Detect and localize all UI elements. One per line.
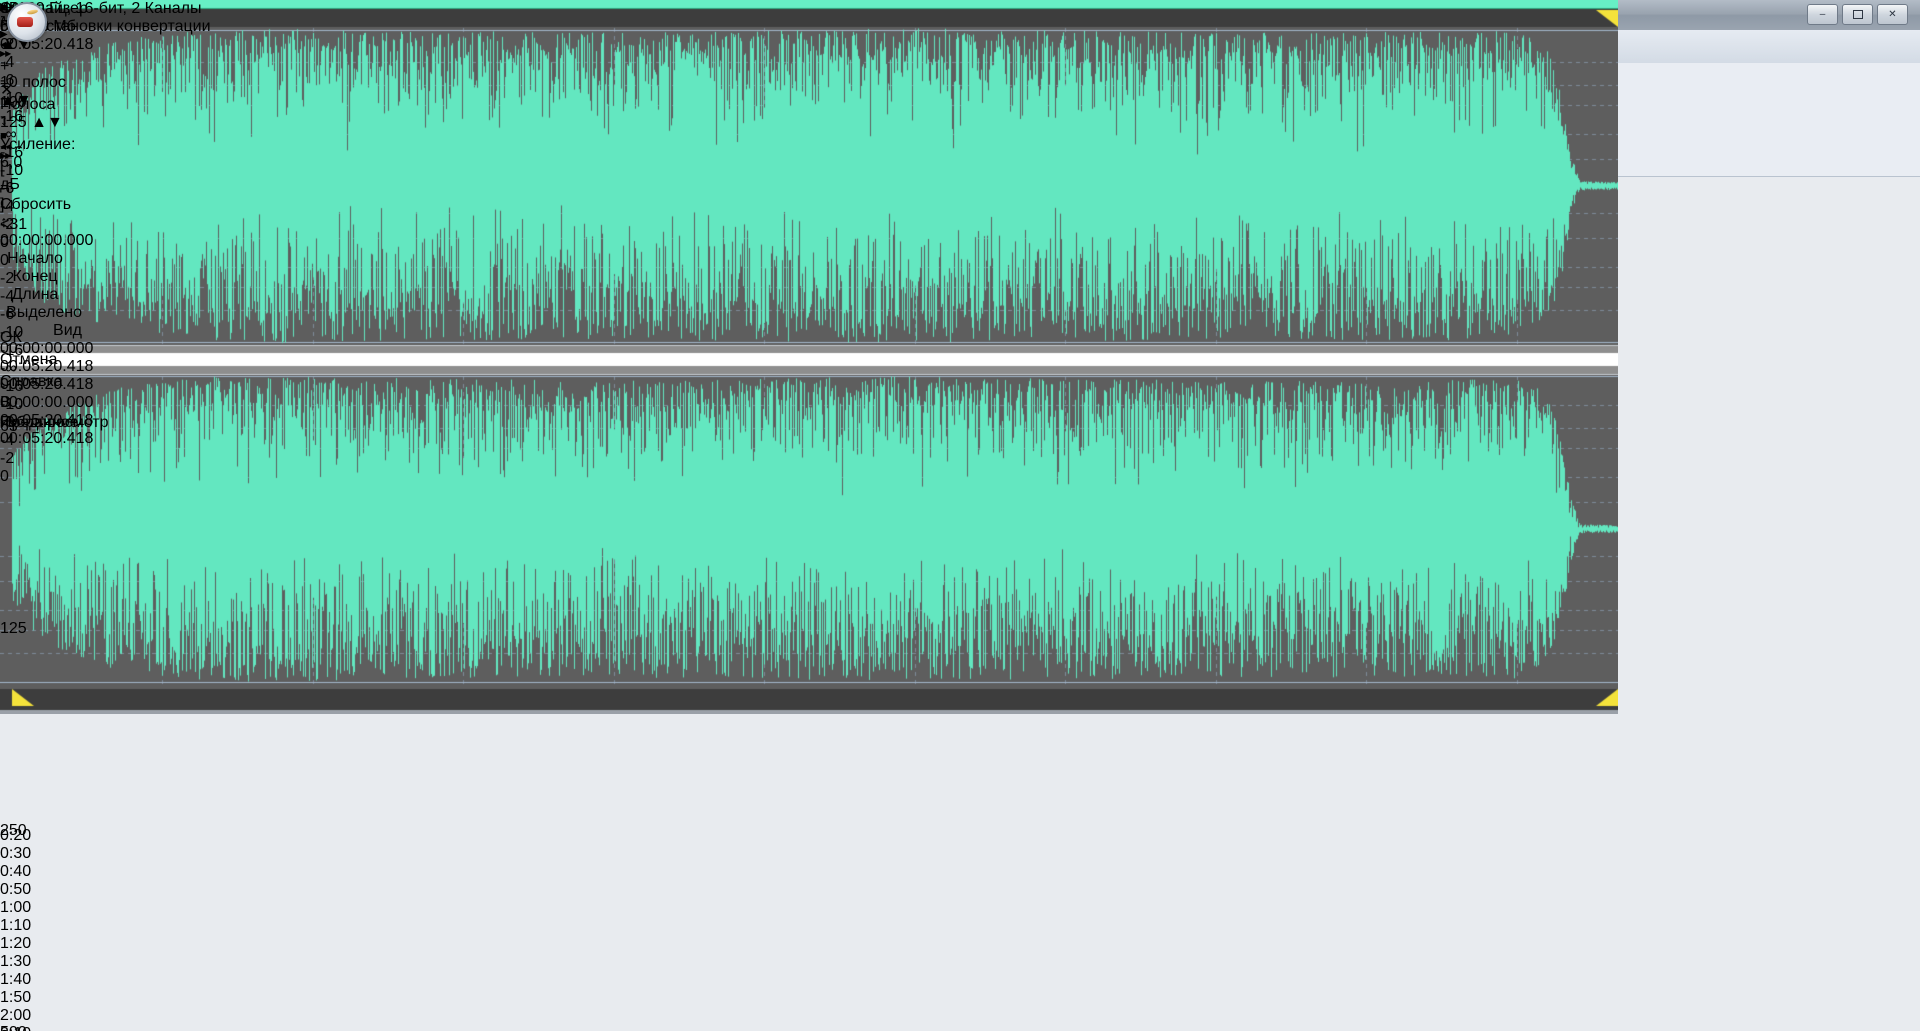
- gain-label: Усиление:: [0, 136, 76, 153]
- app-icon[interactable]: [7, 2, 47, 42]
- bands-count-combo[interactable]: 10 полос ▲▼: [0, 74, 77, 109]
- preset-combo[interactable]: ▲▼: [0, 36, 268, 58]
- band-label: 250: [0, 822, 27, 839]
- close-button[interactable]: ✕: [1877, 4, 1908, 25]
- help-button[interactable]: Справка: [0, 371, 80, 393]
- band-select-label: Полоса: [0, 96, 56, 113]
- maximize-button[interactable]: [1842, 4, 1873, 25]
- reset-button[interactable]: Сбросить: [0, 194, 88, 216]
- band-select-spinner-icon[interactable]: ▲▼: [31, 114, 63, 131]
- band-label: 125: [0, 620, 27, 637]
- ok-button[interactable]: ОК: [0, 327, 80, 349]
- band-slider-track[interactable]: [0, 840, 714, 1024]
- presets-groupbox: Предустановки конвертации ▲▼ ✕: [0, 18, 714, 99]
- bands-groupbox: 10 полос ▲▼ Полоса 125 ▲▼ Усиление: 6,0 …: [0, 74, 714, 1031]
- app-window: Soft4Boost Audio Studio 2.1 - Неактивиро…: [0, 0, 1920, 1031]
- minimize-button[interactable]: –: [1807, 4, 1838, 25]
- band-slider-track[interactable]: [0, 234, 714, 418]
- dialog-title[interactable]: Эквалайзер: [0, 0, 714, 18]
- band-slider-track[interactable]: [0, 638, 714, 822]
- add-to-favorites-button[interactable]: В избранное: [0, 393, 84, 431]
- band-slider-track[interactable]: [0, 436, 714, 620]
- gain-unit-label: дБ: [0, 176, 20, 193]
- band-select-combo[interactable]: 125 ▲▼: [0, 114, 75, 136]
- band-label: 500: [0, 1024, 714, 1031]
- gain-field[interactable]: 6,0: [0, 154, 38, 176]
- preview-button[interactable]: Предпросмотр: [0, 413, 109, 433]
- cancel-button[interactable]: Отмена: [0, 349, 80, 371]
- equalizer-dialog: Эквалайзер Предустановки конвертации ▲▼ …: [0, 0, 714, 1031]
- band-label: <31: [0, 216, 28, 233]
- presets-caption: Предустановки конвертации: [0, 18, 211, 35]
- window-controls: – ✕: [1807, 4, 1908, 25]
